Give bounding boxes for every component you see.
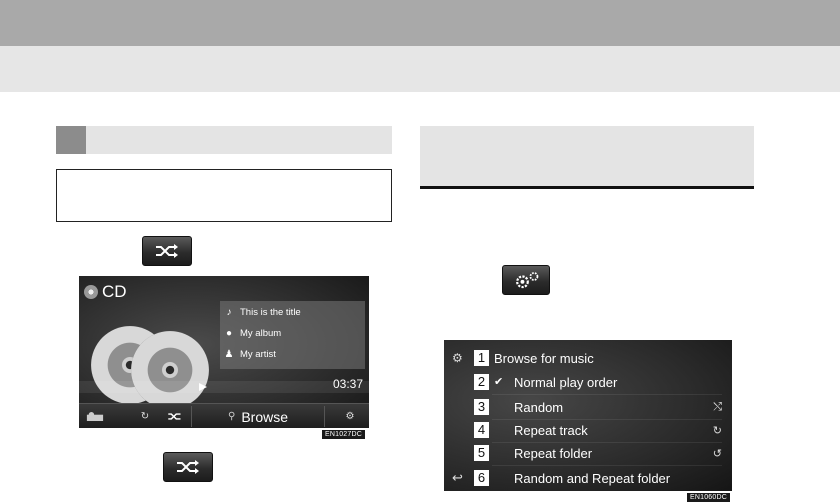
disc-icon (84, 285, 98, 299)
callout-number: 1 (474, 350, 489, 366)
menu-row-random[interactable]: 3 Random ⤭ (444, 395, 732, 419)
callout-number: 3 (474, 399, 489, 415)
progress-bar[interactable] (79, 381, 369, 393)
play-position-icon (199, 383, 207, 391)
settings-gears-icon (516, 272, 539, 289)
figure-code-left: EN1027DC (322, 430, 366, 439)
album-icon: ● (225, 328, 233, 339)
disc-artwork-front (131, 331, 209, 409)
shuffle-icon (156, 244, 178, 258)
section-marker (56, 126, 86, 154)
callout-number: 6 (474, 470, 489, 486)
repeat-folder-icon: ↺ (712, 447, 722, 460)
settings-icon: ⚙ (345, 411, 355, 422)
back-arrow-icon[interactable]: ↩ (452, 470, 463, 486)
repeat-button[interactable]: ↻ (133, 406, 157, 427)
album-name: My album (240, 328, 282, 339)
shuffle-icon (177, 460, 199, 474)
menu-label: Browse for music (494, 350, 594, 366)
track-info-panel: ♪ This is the title ● My album ♟ My arti… (220, 301, 365, 369)
random-repeat-menu-screen: ⚙ 1 Browse for music 2 ✔ Normal play ord… (444, 340, 732, 491)
menu-row-browse[interactable]: ⚙ 1 Browse for music (444, 346, 732, 370)
top-banner (0, 0, 840, 46)
random-button-illustration-2[interactable] (163, 452, 213, 482)
menu-row-random-and-repeat-folder[interactable]: ↩ 6 Random and Repeat folder (444, 466, 732, 490)
callout-number: 2 (474, 374, 489, 390)
settings-button[interactable]: ⚙ (337, 406, 363, 427)
source-icon (86, 412, 104, 421)
play-time: 03:37 (332, 377, 363, 391)
menu-row-repeat-track[interactable]: 4 Repeat track ↻ (444, 418, 732, 442)
info-frame (56, 169, 392, 222)
menu-label: Normal play order (514, 374, 618, 390)
artist-row: ♟ My artist (224, 349, 276, 360)
menu-label: Repeat folder (514, 445, 593, 461)
artist-icon: ♟ (224, 349, 234, 360)
shuffle-icon (168, 413, 181, 420)
section-header-left (56, 126, 392, 154)
shuffle-icon: ⤭ (713, 400, 722, 413)
menu-label: Random and Repeat folder (514, 470, 671, 486)
random-button[interactable] (163, 406, 187, 427)
cd-control-bar: ↻ ⚲ Browse ⚙ (79, 403, 369, 428)
settings-button-illustration[interactable] (502, 265, 550, 295)
track-title: This is the title (240, 307, 301, 318)
check-icon: ✔ (494, 376, 504, 388)
repeat-track-icon: ↻ (712, 424, 722, 437)
track-title-row: ♪ This is the title (224, 307, 301, 318)
menu-label: Random (514, 399, 564, 415)
callout-number: 4 (474, 422, 489, 438)
album-row: ● My album (224, 328, 281, 339)
sub-banner (0, 46, 840, 92)
source-button[interactable] (83, 406, 107, 427)
cd-source-title: CD (84, 282, 127, 302)
menu-row-normal-play-order[interactable]: 2 ✔ Normal play order (444, 370, 732, 394)
section-header-right (420, 126, 754, 189)
browse-button[interactable]: ⚲ Browse (191, 406, 325, 427)
cd-source-label: CD (102, 282, 127, 301)
callout-number: 5 (474, 445, 489, 461)
browse-icon: ⚲ (227, 411, 236, 422)
cd-player-screen: CD ♪ This is the title ● My album ♟ My a… (79, 276, 369, 428)
settings-gears-icon: ⚙ (452, 351, 463, 365)
menu-label: Repeat track (514, 422, 588, 438)
browse-label: Browse (241, 408, 288, 425)
repeat-icon: ↻ (140, 411, 150, 422)
figure-code-right: EN1060DC (687, 493, 731, 502)
random-button-illustration-1[interactable] (142, 236, 192, 266)
artist-name: My artist (240, 349, 276, 360)
music-note-icon: ♪ (226, 307, 232, 318)
menu-row-repeat-folder[interactable]: 5 Repeat folder ↺ (444, 441, 732, 465)
